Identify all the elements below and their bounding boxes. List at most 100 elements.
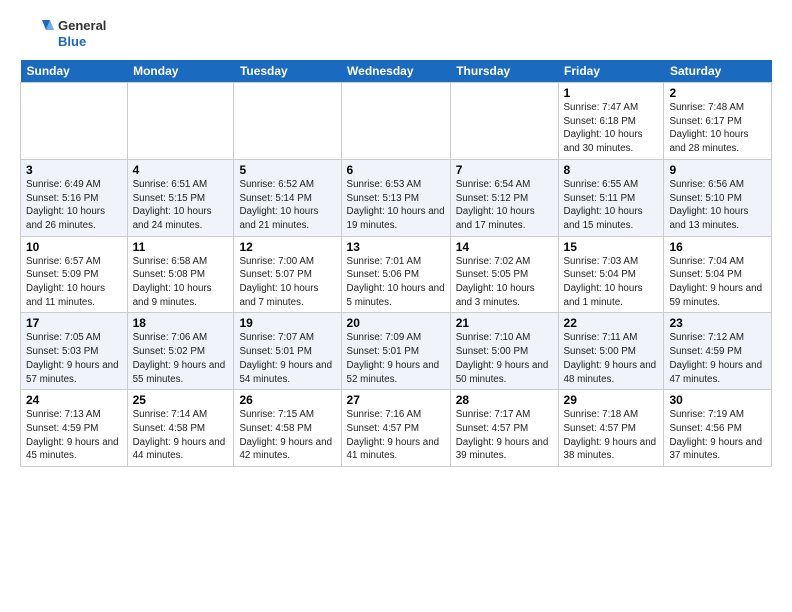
day-number: 28 bbox=[456, 393, 553, 407]
day-number: 6 bbox=[347, 163, 445, 177]
day-detail: Sunrise: 7:01 AM Sunset: 5:06 PM Dayligh… bbox=[347, 255, 445, 310]
calendar-cell: 29Sunrise: 7:18 AM Sunset: 4:57 PM Dayli… bbox=[558, 390, 664, 467]
logo: General Blue bbox=[20, 16, 106, 52]
day-number: 12 bbox=[239, 240, 335, 254]
day-number: 26 bbox=[239, 393, 335, 407]
calendar-cell bbox=[21, 83, 128, 160]
calendar-cell: 5Sunrise: 6:52 AM Sunset: 5:14 PM Daylig… bbox=[234, 159, 341, 236]
calendar-cell: 18Sunrise: 7:06 AM Sunset: 5:02 PM Dayli… bbox=[127, 313, 234, 390]
calendar-cell: 30Sunrise: 7:19 AM Sunset: 4:56 PM Dayli… bbox=[664, 390, 772, 467]
day-detail: Sunrise: 6:55 AM Sunset: 5:11 PM Dayligh… bbox=[564, 178, 659, 233]
calendar: SundayMondayTuesdayWednesdayThursdayFrid… bbox=[20, 60, 772, 467]
weekday-header-saturday: Saturday bbox=[664, 60, 772, 83]
calendar-cell: 15Sunrise: 7:03 AM Sunset: 5:04 PM Dayli… bbox=[558, 236, 664, 313]
day-number: 10 bbox=[26, 240, 122, 254]
day-detail: Sunrise: 7:00 AM Sunset: 5:07 PM Dayligh… bbox=[239, 255, 335, 310]
day-detail: Sunrise: 6:53 AM Sunset: 5:13 PM Dayligh… bbox=[347, 178, 445, 233]
calendar-cell: 12Sunrise: 7:00 AM Sunset: 5:07 PM Dayli… bbox=[234, 236, 341, 313]
calendar-cell: 13Sunrise: 7:01 AM Sunset: 5:06 PM Dayli… bbox=[341, 236, 450, 313]
calendar-week-row: 3Sunrise: 6:49 AM Sunset: 5:16 PM Daylig… bbox=[21, 159, 772, 236]
calendar-cell: 9Sunrise: 6:56 AM Sunset: 5:10 PM Daylig… bbox=[664, 159, 772, 236]
calendar-cell: 10Sunrise: 6:57 AM Sunset: 5:09 PM Dayli… bbox=[21, 236, 128, 313]
day-number: 13 bbox=[347, 240, 445, 254]
calendar-cell: 1Sunrise: 7:47 AM Sunset: 6:18 PM Daylig… bbox=[558, 83, 664, 160]
day-detail: Sunrise: 6:54 AM Sunset: 5:12 PM Dayligh… bbox=[456, 178, 553, 233]
calendar-cell: 14Sunrise: 7:02 AM Sunset: 5:05 PM Dayli… bbox=[450, 236, 558, 313]
weekday-header-wednesday: Wednesday bbox=[341, 60, 450, 83]
day-detail: Sunrise: 7:14 AM Sunset: 4:58 PM Dayligh… bbox=[133, 408, 229, 463]
calendar-cell: 27Sunrise: 7:16 AM Sunset: 4:57 PM Dayli… bbox=[341, 390, 450, 467]
day-number: 27 bbox=[347, 393, 445, 407]
day-number: 9 bbox=[669, 163, 766, 177]
calendar-cell bbox=[127, 83, 234, 160]
weekday-header-friday: Friday bbox=[558, 60, 664, 83]
day-detail: Sunrise: 7:15 AM Sunset: 4:58 PM Dayligh… bbox=[239, 408, 335, 463]
calendar-cell: 21Sunrise: 7:10 AM Sunset: 5:00 PM Dayli… bbox=[450, 313, 558, 390]
day-detail: Sunrise: 7:12 AM Sunset: 4:59 PM Dayligh… bbox=[669, 331, 766, 386]
calendar-cell: 4Sunrise: 6:51 AM Sunset: 5:15 PM Daylig… bbox=[127, 159, 234, 236]
day-number: 4 bbox=[133, 163, 229, 177]
calendar-week-row: 1Sunrise: 7:47 AM Sunset: 6:18 PM Daylig… bbox=[21, 83, 772, 160]
day-detail: Sunrise: 7:09 AM Sunset: 5:01 PM Dayligh… bbox=[347, 331, 445, 386]
calendar-cell bbox=[234, 83, 341, 160]
day-number: 19 bbox=[239, 316, 335, 330]
day-detail: Sunrise: 7:47 AM Sunset: 6:18 PM Dayligh… bbox=[564, 101, 659, 156]
day-detail: Sunrise: 6:51 AM Sunset: 5:15 PM Dayligh… bbox=[133, 178, 229, 233]
day-number: 16 bbox=[669, 240, 766, 254]
day-number: 20 bbox=[347, 316, 445, 330]
day-detail: Sunrise: 7:03 AM Sunset: 5:04 PM Dayligh… bbox=[564, 255, 659, 310]
calendar-cell: 8Sunrise: 6:55 AM Sunset: 5:11 PM Daylig… bbox=[558, 159, 664, 236]
day-detail: Sunrise: 7:05 AM Sunset: 5:03 PM Dayligh… bbox=[26, 331, 122, 386]
calendar-cell: 7Sunrise: 6:54 AM Sunset: 5:12 PM Daylig… bbox=[450, 159, 558, 236]
day-number: 7 bbox=[456, 163, 553, 177]
day-number: 24 bbox=[26, 393, 122, 407]
calendar-week-row: 17Sunrise: 7:05 AM Sunset: 5:03 PM Dayli… bbox=[21, 313, 772, 390]
day-detail: Sunrise: 7:06 AM Sunset: 5:02 PM Dayligh… bbox=[133, 331, 229, 386]
day-number: 30 bbox=[669, 393, 766, 407]
day-detail: Sunrise: 7:02 AM Sunset: 5:05 PM Dayligh… bbox=[456, 255, 553, 310]
day-number: 23 bbox=[669, 316, 766, 330]
calendar-cell: 28Sunrise: 7:17 AM Sunset: 4:57 PM Dayli… bbox=[450, 390, 558, 467]
calendar-cell: 20Sunrise: 7:09 AM Sunset: 5:01 PM Dayli… bbox=[341, 313, 450, 390]
calendar-cell: 16Sunrise: 7:04 AM Sunset: 5:04 PM Dayli… bbox=[664, 236, 772, 313]
weekday-header-tuesday: Tuesday bbox=[234, 60, 341, 83]
header: General Blue bbox=[20, 16, 772, 52]
day-detail: Sunrise: 7:04 AM Sunset: 5:04 PM Dayligh… bbox=[669, 255, 766, 310]
day-detail: Sunrise: 6:58 AM Sunset: 5:08 PM Dayligh… bbox=[133, 255, 229, 310]
calendar-cell: 17Sunrise: 7:05 AM Sunset: 5:03 PM Dayli… bbox=[21, 313, 128, 390]
day-number: 25 bbox=[133, 393, 229, 407]
day-detail: Sunrise: 7:18 AM Sunset: 4:57 PM Dayligh… bbox=[564, 408, 659, 463]
day-number: 11 bbox=[133, 240, 229, 254]
weekday-header-sunday: Sunday bbox=[21, 60, 128, 83]
day-number: 3 bbox=[26, 163, 122, 177]
calendar-cell: 2Sunrise: 7:48 AM Sunset: 6:17 PM Daylig… bbox=[664, 83, 772, 160]
day-detail: Sunrise: 6:52 AM Sunset: 5:14 PM Dayligh… bbox=[239, 178, 335, 233]
weekday-header-monday: Monday bbox=[127, 60, 234, 83]
day-number: 1 bbox=[564, 86, 659, 100]
weekday-header-row: SundayMondayTuesdayWednesdayThursdayFrid… bbox=[21, 60, 772, 83]
calendar-cell: 23Sunrise: 7:12 AM Sunset: 4:59 PM Dayli… bbox=[664, 313, 772, 390]
calendar-cell: 19Sunrise: 7:07 AM Sunset: 5:01 PM Dayli… bbox=[234, 313, 341, 390]
calendar-cell: 24Sunrise: 7:13 AM Sunset: 4:59 PM Dayli… bbox=[21, 390, 128, 467]
calendar-cell bbox=[341, 83, 450, 160]
calendar-cell: 11Sunrise: 6:58 AM Sunset: 5:08 PM Dayli… bbox=[127, 236, 234, 313]
day-detail: Sunrise: 6:49 AM Sunset: 5:16 PM Dayligh… bbox=[26, 178, 122, 233]
day-detail: Sunrise: 7:10 AM Sunset: 5:00 PM Dayligh… bbox=[456, 331, 553, 386]
calendar-cell bbox=[450, 83, 558, 160]
calendar-cell: 6Sunrise: 6:53 AM Sunset: 5:13 PM Daylig… bbox=[341, 159, 450, 236]
day-detail: Sunrise: 7:48 AM Sunset: 6:17 PM Dayligh… bbox=[669, 101, 766, 156]
day-number: 29 bbox=[564, 393, 659, 407]
page: General Blue SundayMondayTuesdayWednesda… bbox=[0, 0, 792, 477]
day-number: 17 bbox=[26, 316, 122, 330]
day-detail: Sunrise: 7:17 AM Sunset: 4:57 PM Dayligh… bbox=[456, 408, 553, 463]
day-number: 18 bbox=[133, 316, 229, 330]
day-detail: Sunrise: 7:19 AM Sunset: 4:56 PM Dayligh… bbox=[669, 408, 766, 463]
day-detail: Sunrise: 7:07 AM Sunset: 5:01 PM Dayligh… bbox=[239, 331, 335, 386]
calendar-week-row: 10Sunrise: 6:57 AM Sunset: 5:09 PM Dayli… bbox=[21, 236, 772, 313]
day-detail: Sunrise: 7:13 AM Sunset: 4:59 PM Dayligh… bbox=[26, 408, 122, 463]
calendar-cell: 3Sunrise: 6:49 AM Sunset: 5:16 PM Daylig… bbox=[21, 159, 128, 236]
day-detail: Sunrise: 6:56 AM Sunset: 5:10 PM Dayligh… bbox=[669, 178, 766, 233]
day-detail: Sunrise: 7:11 AM Sunset: 5:00 PM Dayligh… bbox=[564, 331, 659, 386]
calendar-week-row: 24Sunrise: 7:13 AM Sunset: 4:59 PM Dayli… bbox=[21, 390, 772, 467]
logo-general-text: General bbox=[58, 18, 106, 34]
